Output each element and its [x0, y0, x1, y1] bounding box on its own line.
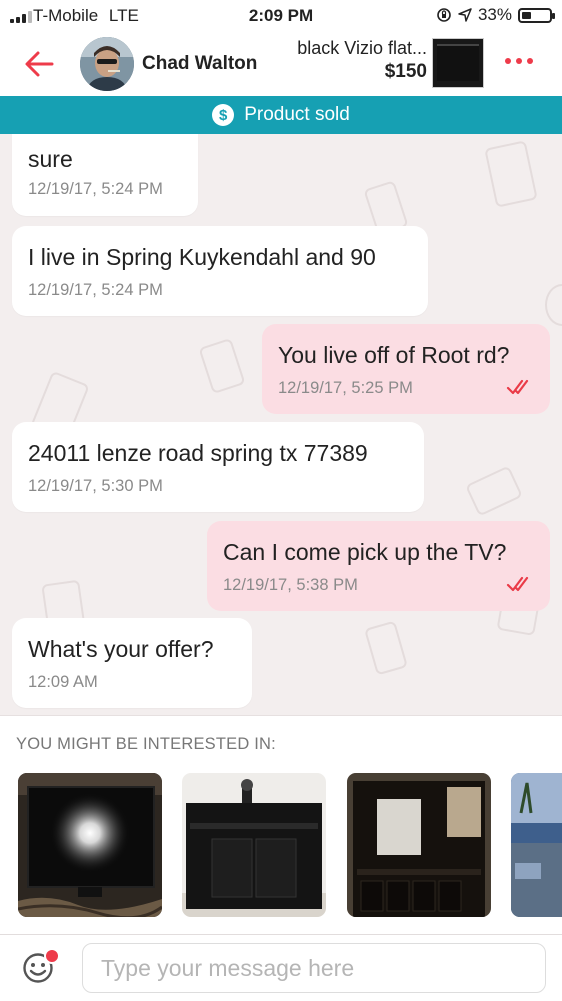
product-sold-banner: $ Product sold: [0, 96, 562, 134]
message-text: What's your offer?: [28, 636, 214, 662]
seller-avatar[interactable]: [80, 37, 134, 91]
message-input[interactable]: [82, 943, 546, 993]
recommended-item-tv-stand[interactable]: [182, 773, 326, 917]
dollar-icon: $: [212, 104, 235, 126]
battery-percent: 33%: [477, 5, 512, 24]
message-timestamp: 12/19/17, 5:30 PM: [28, 477, 163, 495]
tv-stand-photo: [182, 773, 326, 917]
message-timestamp: 12:09 AM: [28, 673, 98, 691]
back-arrow-icon[interactable]: [20, 44, 60, 84]
more-options-icon[interactable]: [505, 58, 533, 64]
item-title[interactable]: black Vizio flat...: [297, 38, 427, 59]
location-arrow-icon: [458, 8, 472, 22]
recommendations-panel: YOU MIGHT BE INTERESTED IN:: [0, 715, 562, 935]
message-bubble-incoming[interactable]: What's your offer? 12:09 AM: [12, 618, 252, 708]
item-price: $150: [384, 61, 427, 82]
background-doodle: [198, 337, 246, 395]
item-thumbnail[interactable]: [432, 38, 484, 88]
message-composer: [0, 934, 562, 1001]
background-doodle: [465, 465, 523, 517]
seller-name[interactable]: Chad Walton: [142, 53, 257, 75]
notification-dot: [44, 948, 60, 964]
message-bubble-outgoing[interactable]: You live off of Root rd? 12/19/17, 5:25 …: [262, 324, 550, 414]
message-bubble-incoming[interactable]: I live in Spring Kuykendahl and 90 12/19…: [12, 226, 428, 316]
battery-icon: [518, 7, 555, 23]
street-photo: [511, 773, 562, 917]
message-timestamp: 12/19/17, 5:24 PM: [28, 180, 163, 198]
recommended-item-partial[interactable]: [511, 773, 562, 917]
status-bar: T-Mobile LTE 2:09 PM 33%: [0, 0, 562, 34]
message-text: 24011 lenze road spring tx 77389: [28, 440, 368, 466]
message-text: Can I come pick up the TV?: [223, 539, 507, 565]
read-receipt-icon: [506, 576, 529, 592]
message-timestamp: 12/19/17, 5:25 PM: [278, 379, 413, 397]
background-doodle: [545, 284, 562, 326]
message-bubble-outgoing[interactable]: Can I come pick up the TV? 12/19/17, 5:3…: [207, 521, 550, 611]
monitor-photo: [18, 773, 162, 917]
message-text: You live off of Root rd?: [278, 342, 510, 368]
background-doodle: [484, 140, 538, 208]
avatar-photo: [80, 37, 134, 91]
message-bubble-incoming[interactable]: 24011 lenze road spring tx 77389 12/19/1…: [12, 422, 424, 512]
entertainment-center-photo: [347, 773, 491, 917]
recommended-item-entertainment-center[interactable]: [347, 773, 491, 917]
chat-header: Chad Walton black Vizio flat... $150: [0, 34, 562, 96]
message-text: sure: [28, 146, 73, 172]
message-bubble-incoming[interactable]: sure 12/19/17, 5:24 PM: [12, 134, 198, 216]
status-right: 33%: [436, 5, 555, 25]
message-text: I live in Spring Kuykendahl and 90: [28, 244, 376, 270]
background-doodle: [364, 620, 408, 676]
message-list[interactable]: sure 12/19/17, 5:24 PM I live in Spring …: [0, 134, 562, 715]
orientation-lock-icon: [437, 8, 451, 22]
recommended-item-monitor[interactable]: [18, 773, 162, 917]
read-receipt-icon: [506, 379, 529, 395]
message-timestamp: 12/19/17, 5:24 PM: [28, 281, 163, 299]
message-timestamp: 12/19/17, 5:38 PM: [223, 576, 358, 594]
banner-text: Product sold: [244, 104, 350, 125]
recommendations-title: YOU MIGHT BE INTERESTED IN:: [16, 735, 276, 753]
